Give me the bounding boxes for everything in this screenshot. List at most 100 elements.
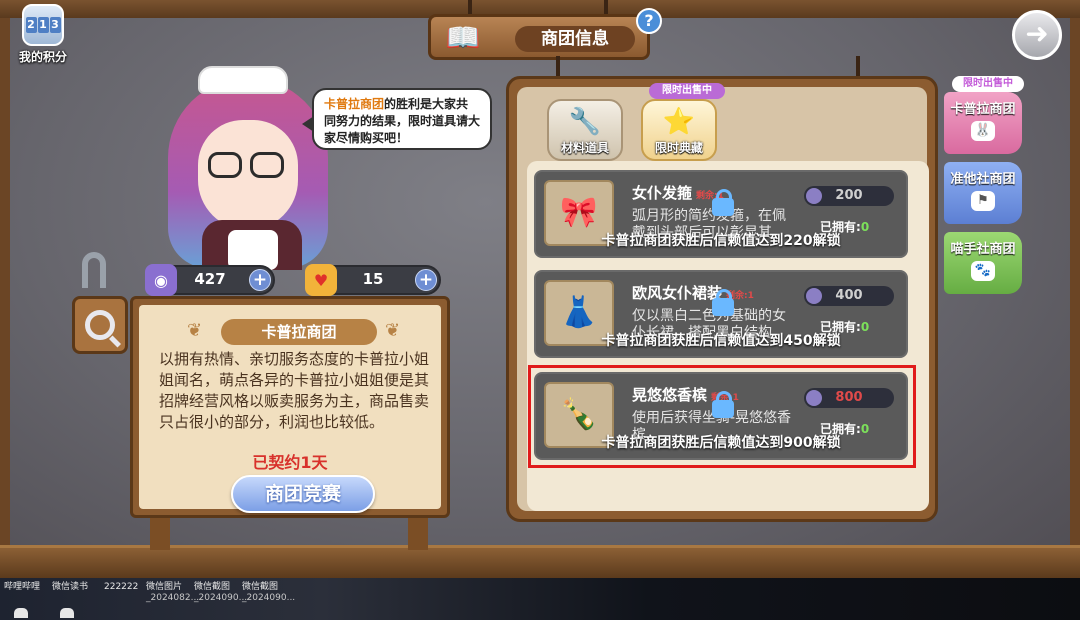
character-headband	[198, 66, 288, 94]
item-name: 女仆发箍 剩余:1	[632, 182, 724, 203]
heart-icon: ♥	[305, 264, 337, 296]
taskbar-app-icon[interactable]	[60, 608, 74, 618]
guild-info-board: ❦ 卡普拉商团 ❦ 以拥有热情、亲切服务态度的卡普拉小姐姐闻名，萌点各异的卡普拉…	[130, 296, 450, 518]
star-folder-icon: ⭐	[662, 107, 696, 137]
tab-materials[interactable]: 🔧 材料道具	[547, 99, 623, 161]
tab-label: 材料道具	[560, 141, 609, 155]
score-digit: 1	[37, 17, 49, 33]
desktop-shortcut[interactable]: 哔哩哔哩	[4, 582, 40, 593]
heart-count: 15	[362, 270, 384, 288]
rope	[556, 56, 560, 78]
guild-icon: ⚑	[971, 191, 995, 211]
rabbit-icon: 🐰	[971, 121, 995, 141]
desktop-shortcut[interactable]: 222222	[104, 582, 138, 593]
unlock-condition: 卡普拉商团获胜后信赖值达到450解锁	[601, 333, 841, 349]
item-price: 200	[804, 186, 894, 206]
score-label: 我的积分	[18, 50, 67, 64]
item-title: 欧风女仆裙装	[632, 284, 723, 302]
character-apron	[228, 230, 278, 270]
gem-icon	[806, 188, 822, 204]
price-value: 200	[835, 188, 863, 203]
gem-currency: ◉ 427 +	[145, 264, 275, 296]
tab-label: 限时典藏	[654, 141, 703, 155]
side-tab-label: 喵手社商团	[950, 242, 1016, 257]
gem-icon	[806, 390, 822, 406]
speech-bubble: 卡普拉商团的胜利是大家共同努力的结果，限时道具请大家尽情购买吧！	[302, 88, 492, 150]
score-cards-icon: 2 1 3	[22, 4, 64, 46]
add-heart-button[interactable]: +	[415, 269, 437, 291]
rope	[856, 56, 860, 78]
help-button[interactable]: ?	[636, 8, 662, 34]
add-gem-button[interactable]: +	[249, 269, 271, 291]
lock-icon	[712, 391, 734, 418]
price-value: 800	[835, 390, 863, 405]
shortcut-label: 微信读书	[52, 582, 89, 592]
gem-icon	[806, 288, 822, 304]
limited-sale-badge: 限时出售中	[649, 83, 725, 99]
wrench-flask-icon: 🔧	[568, 107, 602, 137]
shortcut-sub: _2024082...	[146, 593, 200, 603]
lock-icon	[712, 289, 734, 316]
item-title: 女仆发箍	[632, 184, 693, 202]
shop-item[interactable]: 🍾 晃悠悠香槟剩余:1 使用后获得坐骑-晃悠悠香槟 800 已拥有:0 卡普拉商…	[534, 372, 908, 460]
my-score-button[interactable]: 2 1 3 我的积分	[10, 4, 76, 65]
shortcut-sub: _2024090...	[194, 593, 248, 603]
item-title: 晃悠悠香槟	[632, 386, 708, 404]
limited-sale-badge: 限时出售中	[952, 76, 1024, 92]
wood-beam-right	[1070, 18, 1080, 548]
glasses-right	[250, 152, 284, 178]
next-arrow-button[interactable]: ➜	[1012, 10, 1062, 60]
shortcut-label: 微信截图	[242, 582, 279, 592]
side-tab-zhunta[interactable]: 准他社商团 ⚑	[944, 162, 1022, 224]
gem-count: 427	[194, 270, 226, 288]
guild-competition-button[interactable]: 商团竞赛	[231, 475, 375, 513]
contract-status: 已契约1天	[252, 453, 328, 472]
paw-icon: 🐾	[971, 261, 995, 281]
wood-beam-left	[0, 18, 10, 548]
tab-limited-collection[interactable]: ⭐ 限时典藏	[641, 99, 717, 161]
desktop-shortcut[interactable]: 微信截图 _2024090...	[242, 582, 295, 604]
taskbar-app-icon[interactable]	[14, 608, 28, 618]
wing-left-icon: ❦	[187, 320, 203, 341]
score-digit: 3	[49, 17, 61, 33]
shortcut-label: 微信图片	[146, 582, 183, 592]
speech-highlight: 卡普拉商团	[324, 97, 385, 111]
item-price: 400	[804, 286, 894, 306]
desktop-taskbar: 哔哩哔哩 微信读书 222222 微信图片 _2024082... 微信截图 _20…	[0, 578, 1080, 620]
desktop-shortcut[interactable]: 微信读书	[52, 582, 88, 593]
glasses-left	[208, 152, 242, 178]
title-plank: 📖 商团信息	[428, 14, 650, 60]
unlock-condition: 卡普拉商团获胜后信赖值达到220解锁	[601, 233, 841, 249]
unlock-condition: 卡普拉商团获胜后信赖值达到900解锁	[601, 435, 841, 451]
guild-name: 卡普拉商团	[221, 319, 377, 345]
game-scene: 2 1 3 我的积分 📖 商团信息 ? ➜ 卡普拉商团的胜利是大家共同努力的结果…	[0, 0, 1080, 578]
open-book-icon: 📖	[445, 21, 481, 54]
maid-character	[150, 60, 340, 270]
wing-right-icon: ❦	[385, 320, 401, 341]
magnifier-icon	[85, 310, 115, 340]
hanging-hook	[82, 252, 106, 288]
item-price: 800	[804, 388, 894, 408]
side-tab-kafra[interactable]: 卡普拉商团 🐰	[944, 92, 1022, 154]
shortcut-label: 222222	[104, 582, 139, 592]
shop-item[interactable]: 🎀 女仆发箍 剩余:1 弧月形的简约发箍，在佩戴到头部后可以彰显其 200 已拥有…	[534, 170, 908, 258]
shortcut-label: 微信截图	[194, 582, 231, 592]
page-title: 商团信息	[515, 26, 635, 52]
item-name: 欧风女仆裙装 剩余:1	[632, 282, 754, 303]
shortcut-label: 哔哩哔哩	[4, 582, 41, 592]
price-value: 400	[835, 288, 863, 303]
guild-description: 以拥有热情、亲切服务态度的卡普拉小姐姐闻名，萌点各异的卡普拉小姐姐便是其招牌经营…	[159, 350, 430, 431]
lock-icon	[712, 189, 734, 216]
side-tab-label: 卡普拉商团	[950, 102, 1016, 117]
shortcut-sub: _2024090...	[242, 593, 296, 603]
side-tab-miaoshou[interactable]: 喵手社商团 🐾	[944, 232, 1022, 294]
heart-currency: ♥ 15 +	[305, 264, 441, 296]
shop-item[interactable]: 👗 欧风女仆裙装 剩余:1 仅以黑白二色为基础的女仆长裙，搭配黑白结构 400 已…	[534, 270, 908, 358]
purple-gem-icon: ◉	[145, 264, 177, 296]
desktop-shortcut[interactable]: 微信截图 _2024090...	[194, 582, 247, 604]
search-button[interactable]	[72, 296, 128, 354]
score-digit: 2	[25, 17, 37, 33]
side-tab-label: 准他社商团	[950, 172, 1016, 187]
board-paper: ❦ 卡普拉商团 ❦ 以拥有热情、亲切服务态度的卡普拉小姐姐闻名，萌点各异的卡普拉…	[139, 305, 441, 513]
desktop-shortcut[interactable]: 微信图片 _2024082...	[146, 582, 199, 604]
